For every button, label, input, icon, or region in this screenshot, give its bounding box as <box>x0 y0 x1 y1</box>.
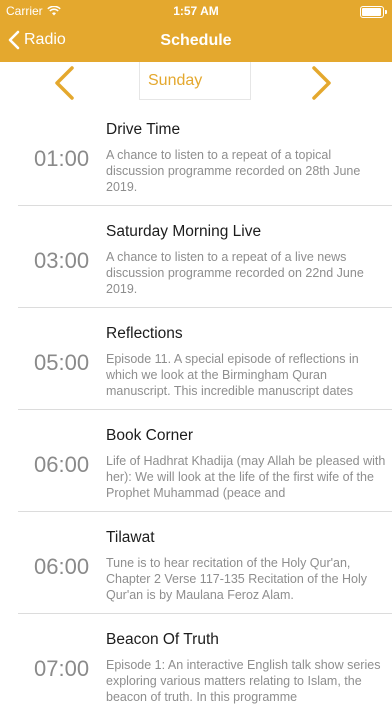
programme-time: 06:00 <box>34 554 90 579</box>
list-item[interactable]: 05:00 Reflections Episode 11. A special … <box>18 308 392 410</box>
previous-day-button[interactable] <box>48 66 82 100</box>
programme-description: Episode 1: An interactive English talk s… <box>106 658 381 704</box>
day-label[interactable]: Sunday <box>139 62 251 100</box>
status-time: 1:57 AM <box>173 4 219 18</box>
programme-title: Reflections <box>106 325 183 342</box>
programme-title: Drive Time <box>106 121 181 138</box>
programme-title: Tilawat <box>106 529 155 546</box>
navigation-bar: Radio Schedule <box>0 22 392 62</box>
day-selector: Sunday <box>0 62 392 104</box>
list-item[interactable]: 01:00 Drive Time A chance to listen to a… <box>18 104 392 206</box>
programme-time: 07:00 <box>34 656 90 681</box>
programme-description: Life of Hadhrat Khadija (may Allah be pl… <box>106 454 386 500</box>
programme-description: A chance to listen to a repeat of a live… <box>106 250 364 296</box>
list-item[interactable]: 06:00 Book Corner Life of Hadhrat Khadij… <box>18 410 392 512</box>
programme-time: 01:00 <box>34 146 90 171</box>
programme-description: Episode 11. A special episode of reflect… <box>106 352 359 398</box>
programme-description: A chance to listen to a repeat of a topi… <box>106 148 361 194</box>
programme-time: 06:00 <box>34 452 90 477</box>
schedule-list: 01:00 Drive Time A chance to listen to a… <box>0 104 392 716</box>
programme-title: Beacon Of Truth <box>106 631 219 648</box>
battery-icon <box>360 6 387 18</box>
list-item[interactable]: 06:00 Tilawat Tune is to hear recitation… <box>18 512 392 614</box>
list-item[interactable]: 07:00 Beacon Of Truth Episode 1: An inte… <box>18 614 392 716</box>
programme-time: 03:00 <box>34 248 90 273</box>
programme-title: Saturday Morning Live <box>106 223 262 240</box>
page-title: Schedule <box>160 32 232 49</box>
status-bar: Carrier 1:57 AM <box>0 0 392 22</box>
programme-description: Tune is to hear recitation of the Holy Q… <box>106 556 368 602</box>
programme-title: Book Corner <box>106 427 194 444</box>
next-day-button[interactable] <box>304 66 338 100</box>
list-item[interactable]: 03:00 Saturday Morning Live A chance to … <box>18 206 392 308</box>
programme-time: 05:00 <box>34 350 90 375</box>
